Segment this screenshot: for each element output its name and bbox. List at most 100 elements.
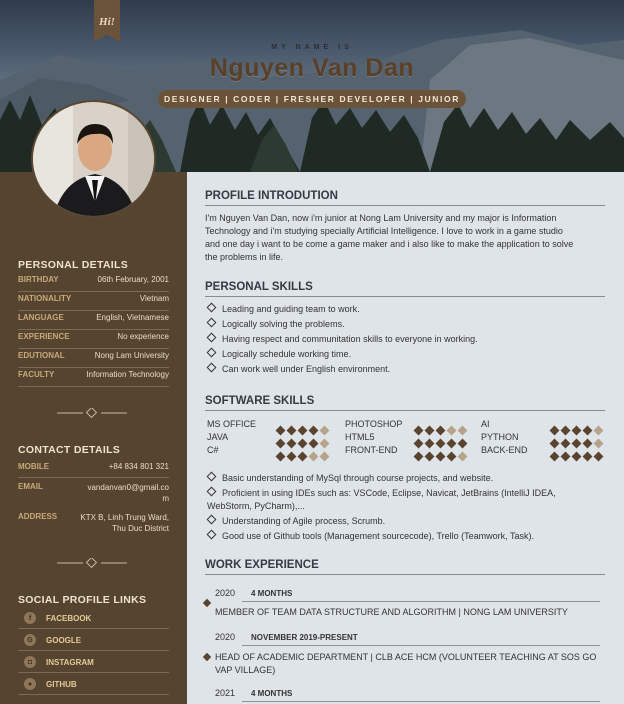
skill-name: PYTHON [481, 432, 519, 442]
skill-name: HTML5 [345, 432, 375, 442]
contact-key: MOBILE [18, 462, 50, 471]
personal-detail-key: LANGUAGE [18, 313, 64, 322]
skill-rating [549, 421, 606, 436]
contact-row-email: EMAIL vandanvan0@gmail.co m [18, 482, 169, 508]
rating-diamond-icon [571, 451, 582, 462]
personal-detail-value: English, Vietnamese [96, 313, 169, 322]
rating-diamond-icon [593, 451, 604, 462]
skill-name: BACK-END [481, 445, 528, 455]
avatar [31, 100, 156, 218]
personal-detail-value: No experience [117, 332, 169, 341]
list-item: Logically schedule working time. [206, 347, 607, 362]
work-duration: 4 MONTHS [251, 689, 293, 698]
facebook-icon: f [24, 612, 36, 624]
rating-diamond-icon [435, 451, 446, 462]
my-name-label: MY NAME IS [271, 44, 353, 51]
section-divider [57, 558, 127, 568]
rating-diamond-icon [413, 451, 424, 462]
rating-diamond-icon [446, 451, 457, 462]
list-item: Can work well under English environment. [206, 362, 607, 377]
social-link-github[interactable]: ● GITHUB [18, 674, 169, 695]
skill-rating [275, 421, 332, 436]
work-experience-heading: WORK EXPERIENCE [205, 559, 605, 575]
contact-row-address: ADDRESS KTX B, Linh Trung Ward, Thu Duc … [18, 512, 169, 538]
skill-name: AI [481, 419, 490, 429]
email-value-cont: m [162, 494, 169, 503]
skill-rating [549, 447, 606, 462]
list-item: Proficient in using IDEs such as: VSCode… [206, 486, 556, 511]
personal-skills-list: Leading and guiding team to work. Logica… [206, 302, 607, 377]
list-item: Logically solving the problems. [206, 317, 607, 332]
skill-name: MS OFFICE [207, 419, 256, 429]
contact-details-title: CONTACT DETAILS [18, 444, 121, 456]
rating-diamond-icon [424, 451, 435, 462]
section-divider [57, 408, 127, 418]
personal-detail-value: 06th February, 2001 [97, 275, 169, 284]
personal-detail-row: FACULTY Information Technology [18, 370, 169, 387]
personal-detail-key: EDUTIONAL [18, 351, 65, 360]
timeline-line [242, 645, 600, 646]
skill-rating [275, 447, 332, 462]
personal-detail-row: EDUTIONAL Nong Lam University [18, 351, 169, 368]
personal-detail-key: BIRTHDAY [18, 275, 59, 284]
work-role: HEAD OF ACADEMIC DEPARTMENT | CLB ACE HC… [215, 652, 597, 675]
personal-detail-row: BIRTHDAY 06th February, 2001 [18, 275, 169, 292]
rating-diamond-icon [560, 451, 571, 462]
rating-diamond-icon [457, 451, 468, 462]
timeline-line [242, 701, 600, 702]
list-item: Understanding of Agile process, Scrumb. [206, 514, 607, 528]
rating-diamond-icon [549, 451, 560, 462]
personal-detail-row: LANGUAGE English, Vietnamese [18, 313, 169, 330]
work-year: 2021 [215, 688, 236, 698]
timeline-dot [202, 652, 212, 662]
contact-row-mobile: MOBILE +84 834 801 321 [18, 462, 169, 478]
instagram-icon: ◘ [24, 656, 36, 668]
sidebar: PERSONAL DETAILS BIRTHDAY 06th February, … [0, 172, 187, 704]
skill-name: PHOTOSHOP [345, 419, 403, 429]
address-line-2: Thu Duc District [112, 524, 169, 533]
profile-text: I'm Nguyen Van Dan, now i'm junior at No… [205, 213, 574, 262]
personal-detail-row: NATIONALITY Vietnam [18, 294, 169, 311]
github-icon: ● [24, 678, 36, 690]
list-item: Leading and guiding team to work. [206, 302, 607, 317]
social-link-instagram[interactable]: ◘ INSTAGRAM [18, 652, 169, 673]
rating-diamond-icon [275, 451, 286, 462]
rating-diamond-icon [297, 451, 308, 462]
skill-rating [413, 447, 470, 462]
skill-name: C# [207, 445, 219, 455]
contact-key: EMAIL [18, 482, 43, 491]
work-role: MEMBER OF TEAM DATA STRUCTURE AND ALGORI… [215, 607, 568, 617]
profile-heading: PROFILE INTRODUTION [205, 190, 605, 206]
social-link-google[interactable]: G GOOGLE [18, 630, 169, 651]
skill-rating [549, 434, 606, 449]
rating-diamond-icon [286, 451, 297, 462]
social-link-facebook[interactable]: f FACEBOOK [18, 608, 169, 629]
skill-rating [413, 421, 470, 436]
work-year: 2020 [215, 588, 236, 598]
software-skills-heading: SOFTWARE SKILLS [205, 395, 605, 411]
personal-detail-value: Vietnam [139, 294, 169, 303]
work-year: 2020 [215, 632, 236, 642]
roles-bar: DESIGNER | CODER | FRESHER DEVELOPER | J… [158, 90, 466, 108]
google-icon: G [24, 634, 36, 646]
rating-diamond-icon [308, 451, 319, 462]
skill-name: FRONT-END [345, 445, 398, 455]
timeline-line [242, 601, 600, 602]
list-item: Basic understanding of MySql through cou… [206, 471, 607, 485]
personal-detail-row: EXPERIENCE No experience [18, 332, 169, 349]
list-item: Good use of Github tools (Management sou… [206, 529, 607, 543]
personal-detail-value: Information Technology [86, 370, 169, 379]
contact-key: ADDRESS [18, 512, 58, 521]
timeline-dot [202, 598, 212, 608]
rating-diamond-icon [582, 451, 593, 462]
personal-skills-heading: PERSONAL SKILLS [205, 281, 605, 297]
work-duration: 4 MONTHS [251, 589, 293, 598]
personal-detail-key: EXPERIENCE [18, 332, 70, 341]
work-duration: NOVEMBER 2019-PRESENT [251, 633, 358, 642]
main-content: PROFILE INTRODUTION I'm Nguyen Van Dan, … [187, 172, 624, 704]
skill-rating [413, 434, 470, 449]
rating-diamond-icon [319, 451, 330, 462]
email-value[interactable]: vandanvan0@gmail.co [87, 483, 169, 492]
personal-details-title: PERSONAL DETAILS [18, 259, 129, 271]
full-name: Nguyen Van Dan [209, 54, 415, 82]
